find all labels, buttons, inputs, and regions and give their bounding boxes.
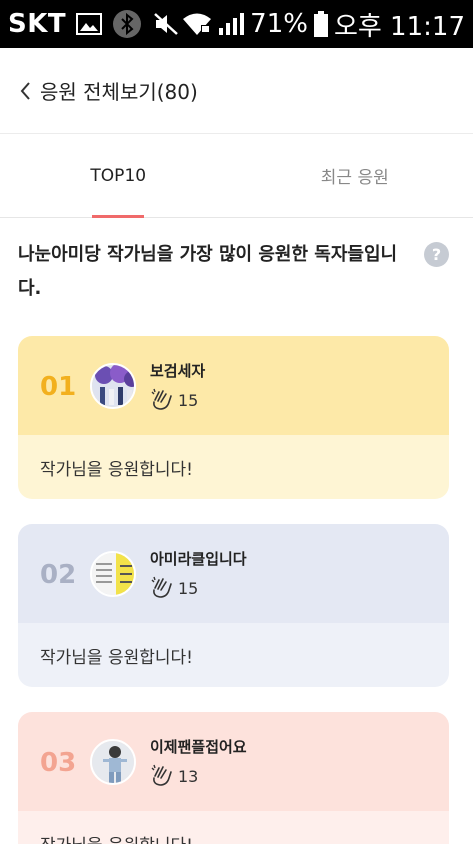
clap-icon xyxy=(150,388,174,410)
rank-number: 01 xyxy=(40,372,77,402)
tab-recent[interactable]: 최근 응원 xyxy=(237,134,473,217)
carrier-label: SKT xyxy=(8,9,67,39)
tab-bar: TOP10 최근 응원 xyxy=(0,134,473,218)
signal-icon xyxy=(218,12,245,36)
ranking-card-1[interactable]: 01 보검세자 15 작가님을 응원합니다! xyxy=(18,336,449,499)
bluetooth-icon xyxy=(112,9,142,39)
clap-icon xyxy=(150,764,174,786)
supporter-name: 보검세자 xyxy=(150,362,206,380)
ranking-description: 나눈아미당 작가님을 가장 많이 응원한 독자들입니다. xyxy=(18,244,398,299)
page-header: 응원 전체보기(80) xyxy=(0,48,473,134)
battery-percent: 71% xyxy=(250,9,308,39)
ranking-card-2[interactable]: 02 아미라클입니다 15 작가님을 응원합니다! xyxy=(18,524,449,687)
ranking-card-3[interactable]: 03 이제팬플접어요 13 작가님을 응원합니다! xyxy=(18,712,449,844)
rank-number: 03 xyxy=(40,748,77,778)
clock: 오후 11:17 xyxy=(333,11,465,42)
clap-count: 15 xyxy=(178,391,199,410)
battery-icon xyxy=(313,11,328,37)
clap-count: 13 xyxy=(178,767,199,786)
support-message: 작가님을 응원합니다! xyxy=(18,435,449,499)
wifi-icon xyxy=(182,12,212,36)
supporter-name: 아미라클입니다 xyxy=(150,550,247,568)
card-header: 01 보검세자 15 xyxy=(18,336,449,435)
mute-icon xyxy=(152,11,180,37)
avatar xyxy=(90,363,136,409)
support-message: 작가님을 응원합니다! xyxy=(18,811,449,844)
clap-icon xyxy=(150,576,174,598)
avatar xyxy=(90,739,136,785)
avatar xyxy=(90,551,136,597)
page-title: 응원 전체보기(80) xyxy=(40,80,198,104)
question-icon[interactable]: ? xyxy=(424,242,449,267)
card-header: 03 이제팬플접어요 13 xyxy=(18,712,449,811)
supporter-name: 이제팬플접어요 xyxy=(150,738,247,756)
chevron-left-icon[interactable] xyxy=(18,79,38,103)
tab-top10[interactable]: TOP10 xyxy=(0,134,237,217)
support-message: 작가님을 응원합니다! xyxy=(18,623,449,687)
clap-count: 15 xyxy=(178,579,199,598)
rank-number: 02 xyxy=(40,560,77,590)
gallery-icon xyxy=(76,13,103,35)
status-bar: SKT 71% 오후 11:17 xyxy=(0,0,473,48)
card-header: 02 아미라클입니다 15 xyxy=(18,524,449,623)
